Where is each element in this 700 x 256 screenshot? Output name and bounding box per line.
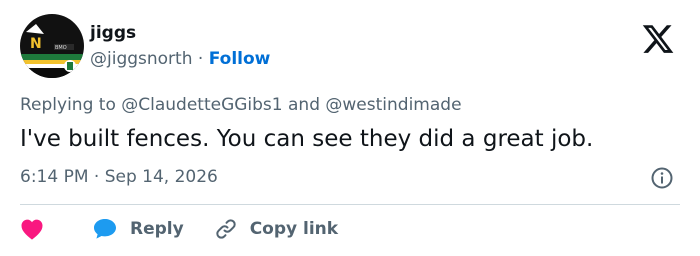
reply-context: Replying to @ClaudetteGGibs1 and @westin… [20,94,462,116]
copy-link-button[interactable]: Copy link [214,216,338,242]
reply-conjunction: and [288,95,320,115]
heart-icon [20,216,54,242]
x-logo-icon[interactable] [641,22,675,56]
svg-text:N: N [30,36,42,52]
svg-text:BMO: BMO [55,45,67,51]
action-bar: Reply Copy link [20,214,338,244]
follow-button[interactable]: Follow [209,49,271,69]
copy-link-label: Copy link [249,219,339,239]
like-button[interactable] [20,216,54,242]
reply-button[interactable]: Reply [92,216,184,242]
info-icon[interactable] [650,166,674,190]
hockey-jersey-icon: N BMO [20,14,84,78]
tweet-timestamp[interactable]: 6:14 PM · Sep 14, 2026 [20,166,218,188]
author-handle-row: @jiggsnorth · Follow [90,48,270,70]
separator-dot: · [197,49,204,69]
author-name[interactable]: jiggs [90,22,136,44]
author-handle[interactable]: @jiggsnorth [90,49,193,69]
mention-link-2[interactable]: @westindimade [325,95,461,115]
tweet-text: I've built fences. You can see they did … [20,126,594,152]
reply-label: Reply [130,219,184,239]
speech-bubble-icon [92,216,122,242]
reply-prefix: Replying to [20,95,116,115]
mention-link-1[interactable]: @ClaudetteGGibs1 [121,95,282,115]
link-icon [214,216,240,242]
avatar[interactable]: N BMO [20,14,84,78]
divider [20,204,680,205]
